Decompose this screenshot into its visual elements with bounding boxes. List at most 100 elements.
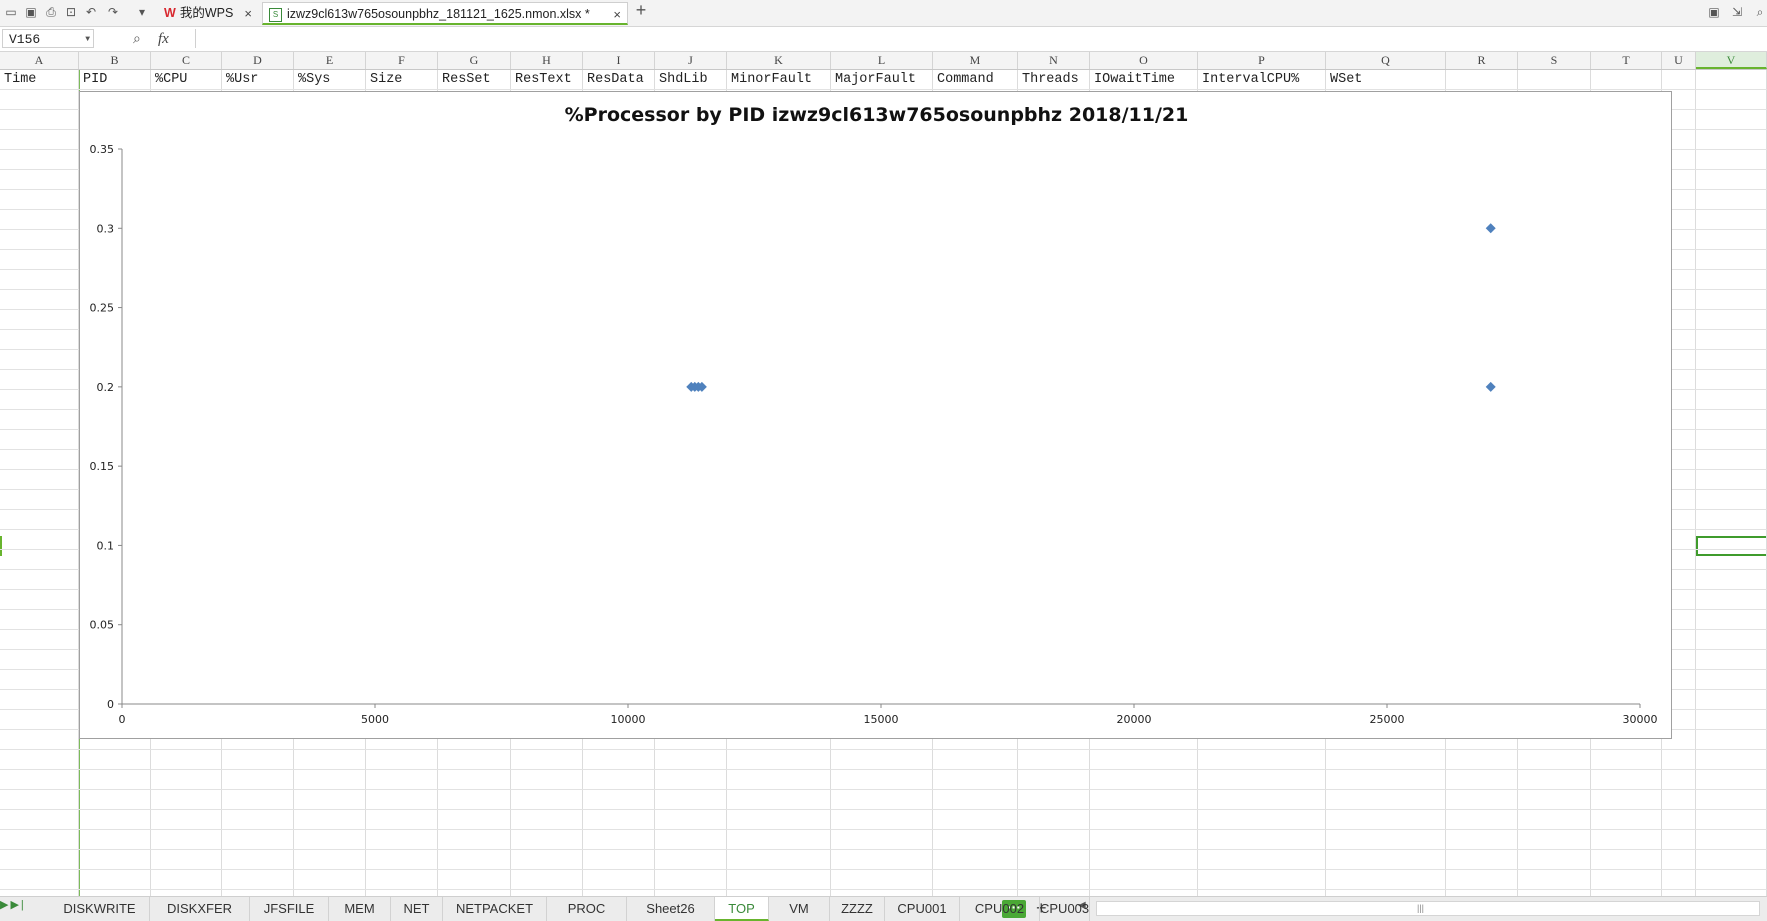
close-tab-icon[interactable]: × xyxy=(244,2,252,25)
column-header-v[interactable]: V xyxy=(1696,52,1767,69)
sheet-tab-diskwrite[interactable]: DISKWRITE xyxy=(50,897,150,921)
y-tick-label: 0.05 xyxy=(90,619,115,632)
formula-input[interactable] xyxy=(195,29,1766,48)
new-file-icon[interactable]: ▭ xyxy=(4,5,18,19)
header-cell[interactable]: Command xyxy=(933,71,1018,89)
header-cell[interactable]: Time xyxy=(0,71,79,89)
column-header-b[interactable]: B xyxy=(79,52,151,69)
sheet-tab-netpacket[interactable]: NETPACKET xyxy=(443,897,547,921)
column-header-u[interactable]: U xyxy=(1662,52,1696,69)
tab-workbook-file[interactable]: Sizwz9cl613w765osounpbhz_181121_1625.nmo… xyxy=(262,2,628,25)
sheet-tab-diskxfer[interactable]: DISKXFER xyxy=(150,897,250,921)
header-cell[interactable]: %Usr xyxy=(222,71,294,89)
print-icon[interactable]: ⎙ xyxy=(44,5,58,19)
header-cell[interactable]: MinorFault xyxy=(727,71,831,89)
header-cell[interactable]: PID xyxy=(79,71,151,89)
tab-my-wps[interactable]: W 我的WPS × xyxy=(158,2,258,25)
row-gridline xyxy=(0,769,1767,770)
column-header-q[interactable]: Q xyxy=(1326,52,1446,69)
row-gridline xyxy=(0,849,1767,850)
row-gridline xyxy=(0,749,1767,750)
header-cell[interactable]: ResData xyxy=(583,71,655,89)
header-cell[interactable]: %Sys xyxy=(294,71,366,89)
header-cell[interactable]: Threads xyxy=(1018,71,1090,89)
column-header-f[interactable]: F xyxy=(366,52,438,69)
x-tick-label: 5000 xyxy=(361,713,389,726)
column-header-h[interactable]: H xyxy=(511,52,583,69)
column-header-a[interactable]: A xyxy=(0,52,79,69)
sheet-tab-vm[interactable]: VM xyxy=(769,897,830,921)
row-gridline xyxy=(0,809,1767,810)
sheet-tab-cpu002[interactable]: CPU002 xyxy=(960,897,1040,921)
column-header-r[interactable]: R xyxy=(1446,52,1518,69)
column-header-c[interactable]: C xyxy=(151,52,222,69)
window-mode-icon[interactable]: ▣ xyxy=(1707,5,1721,19)
sheet-tab-top[interactable]: TOP xyxy=(715,897,769,921)
sheet-tab-net[interactable]: NET xyxy=(391,897,443,921)
column-header-g[interactable]: G xyxy=(438,52,511,69)
chart-plot-area: 0 0.05 0.1 0.15 0.2 0.25 0.3 0.35 0 5000 10000 1500… xyxy=(90,143,1658,726)
name-box[interactable]: V156 ▼ xyxy=(2,29,94,48)
chevron-down-icon[interactable]: ▼ xyxy=(85,30,90,49)
undo-icon[interactable]: ↶ xyxy=(84,5,98,19)
selected-row-marker xyxy=(0,536,2,556)
row-gridline xyxy=(0,889,1767,890)
active-cell[interactable] xyxy=(1696,536,1767,556)
insert-function-button[interactable]: fx xyxy=(158,31,169,48)
column-header-o[interactable]: O xyxy=(1090,52,1198,69)
sheet-tab-sheet26[interactable]: Sheet26 xyxy=(627,897,715,921)
header-cell[interactable]: MajorFault xyxy=(831,71,933,89)
column-header-l[interactable]: L xyxy=(831,52,933,69)
sheet-tab-mem[interactable]: MEM xyxy=(329,897,391,921)
new-tab-button[interactable]: + xyxy=(634,1,648,19)
column-header-d[interactable]: D xyxy=(222,52,294,69)
header-cell[interactable]: Size xyxy=(366,71,438,89)
header-cell[interactable]: ResText xyxy=(511,71,583,89)
horizontal-scrollbar[interactable]: ||| xyxy=(1096,901,1760,916)
quick-access-dropdown-icon[interactable]: ▾ xyxy=(135,5,149,19)
header-cell[interactable]: WSet xyxy=(1326,71,1446,89)
column-header-s[interactable]: S xyxy=(1518,52,1591,69)
column-header-t[interactable]: T xyxy=(1591,52,1662,69)
scatter-chart[interactable]: %Processor by PID izwz9cl613w765osounpbh… xyxy=(79,91,1672,739)
y-tick-label: 0.25 xyxy=(90,302,115,315)
column-header-n[interactable]: N xyxy=(1018,52,1090,69)
sheet-nav-arrows-icon[interactable]: ▶▶| xyxy=(0,898,26,911)
print-preview-icon[interactable]: ⊡ xyxy=(64,5,78,19)
name-box-value: V156 xyxy=(9,32,41,47)
row-gridline xyxy=(0,869,1767,870)
sheet-tab-proc[interactable]: PROC xyxy=(547,897,627,921)
header-cell[interactable]: ResSet xyxy=(438,71,511,89)
header-cell[interactable]: ShdLib xyxy=(655,71,727,89)
column-header-p[interactable]: P xyxy=(1198,52,1326,69)
sheet-tab-cpu001[interactable]: CPU001 xyxy=(885,897,960,921)
restore-icon[interactable]: ⇲ xyxy=(1730,5,1744,19)
search-icon[interactable]: ⌕ xyxy=(1753,5,1767,19)
sheet-tab-jfsfile[interactable]: JFSFILE xyxy=(250,897,329,921)
sheet-tab-bar: ▶▶| ··· + ◀ ||| DISKWRITE DISKXFER JFSFILE… xyxy=(0,896,1767,921)
tab-workbook-file-label: izwz9cl613w765osounpbhz_181121_1625.nmon… xyxy=(287,7,590,21)
wps-logo-icon: W xyxy=(164,6,176,20)
open-file-icon[interactable]: ▣ xyxy=(24,5,38,19)
zoom-icon[interactable]: ⌕ xyxy=(133,30,141,47)
sheet-tab-zzzz[interactable]: ZZZZ xyxy=(830,897,885,921)
row-gridline xyxy=(0,829,1767,830)
column-header-i[interactable]: I xyxy=(583,52,655,69)
column-header-e[interactable]: E xyxy=(294,52,366,69)
sheet-tab-cpu003[interactable]: CPU003 xyxy=(1040,897,1091,921)
x-tick-label: 20000 xyxy=(1117,713,1152,726)
header-cell[interactable]: %CPU xyxy=(151,71,222,89)
y-tick-label: 0.35 xyxy=(90,143,115,156)
y-tick-label: 0.2 xyxy=(97,381,115,394)
column-header-k[interactable]: K xyxy=(727,52,831,69)
header-cell[interactable]: IOwaitTime xyxy=(1090,71,1198,89)
scrollbar-grip-icon[interactable]: ||| xyxy=(1417,902,1424,915)
column-header-j[interactable]: J xyxy=(655,52,727,69)
column-headers: ABCDEFGHIJKLMNOPQRSTUV xyxy=(0,52,1767,70)
header-cell[interactable]: IntervalCPU% xyxy=(1198,71,1326,89)
close-tab-icon[interactable]: × xyxy=(613,3,621,26)
column-header-m[interactable]: M xyxy=(933,52,1018,69)
redo-icon[interactable]: ↷ xyxy=(106,5,120,19)
formula-bar: V156 ▼ ⌕ fx xyxy=(0,27,1767,52)
data-point xyxy=(1485,381,1496,392)
